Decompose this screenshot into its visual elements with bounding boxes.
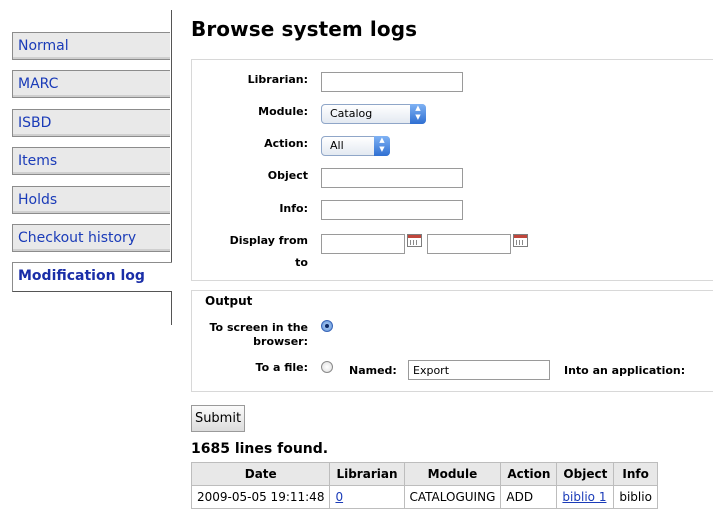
tab-checkout-history[interactable]: Checkout history [12, 224, 170, 252]
tab-items[interactable]: Items [12, 147, 170, 175]
named-label: Named: [349, 364, 397, 377]
submit-button[interactable]: Submit [191, 405, 245, 432]
table-row: 2009-05-05 19:11:48 0 CATALOGUING ADD bi… [190, 485, 658, 509]
column-header-info: Info [613, 462, 658, 486]
action-select-value: All [330, 139, 344, 152]
object-link[interactable]: biblio 1 [562, 490, 606, 504]
calendar-icon[interactable] [513, 234, 528, 247]
tab-holds[interactable]: Holds [12, 186, 170, 214]
tab-marc[interactable]: MARC [12, 70, 170, 98]
file-output-label: To a file: [255, 361, 308, 374]
module-select-value: Catalog [330, 107, 373, 120]
tab-isbd[interactable]: ISBD [12, 109, 170, 137]
date-to-input[interactable] [427, 234, 511, 254]
column-header-object: Object [556, 462, 615, 486]
column-header-librarian: Librarian [329, 462, 405, 486]
page-title: Browse system logs [191, 17, 418, 41]
result-count: 1685 lines found. [191, 441, 329, 457]
to-label: to [295, 256, 308, 269]
action-select[interactable]: All ▲ ▼ [321, 136, 390, 156]
screen-output-label-line2: browser: [253, 335, 308, 348]
filename-input[interactable] [408, 360, 550, 380]
column-header-module: Module [403, 462, 502, 486]
log-table: Date Librarian Module Action Object Info… [190, 462, 658, 509]
tab-normal[interactable]: Normal [12, 32, 170, 60]
screen-output-label-line1: To screen in the [209, 321, 308, 334]
cell-date: 2009-05-05 19:11:48 [190, 485, 331, 509]
cell-info: biblio [613, 485, 658, 509]
action-label: Action: [264, 137, 308, 150]
column-header-date: Date [190, 462, 331, 486]
module-select[interactable]: Catalog ▲ ▼ [321, 104, 426, 124]
cell-librarian: 0 [329, 485, 405, 509]
cell-action: ADD [500, 485, 558, 509]
info-label: Info: [279, 202, 308, 215]
screen-output-label: To screen in the browser: [210, 321, 308, 349]
cell-object: biblio 1 [556, 485, 615, 509]
object-label: Object [267, 169, 308, 182]
module-label: Module: [258, 105, 308, 118]
calendar-icon[interactable] [407, 234, 422, 247]
cell-module: CATALOGUING [403, 485, 502, 509]
file-output-radio[interactable] [321, 361, 333, 373]
info-input[interactable] [321, 200, 463, 220]
tab-modification-log[interactable]: Modification log [12, 262, 172, 292]
librarian-link[interactable]: 0 [335, 490, 343, 504]
table-header-row: Date Librarian Module Action Object Info [190, 462, 658, 486]
column-header-action: Action [500, 462, 558, 486]
record-tabs-sidebar: Normal MARC ISBD Items Holds Checkout hi… [0, 0, 174, 514]
screen-output-radio[interactable] [321, 320, 333, 332]
object-input[interactable] [321, 168, 463, 188]
application-output-label: Into an application: [564, 364, 686, 377]
updown-arrows-icon: ▲ ▼ [410, 104, 426, 124]
librarian-input[interactable] [321, 72, 463, 92]
date-from-input[interactable] [321, 234, 405, 254]
display-from-label: Display from [229, 234, 308, 247]
output-legend: Output [205, 294, 253, 308]
librarian-label: Librarian: [247, 73, 308, 86]
updown-arrows-icon: ▲ ▼ [374, 136, 390, 156]
